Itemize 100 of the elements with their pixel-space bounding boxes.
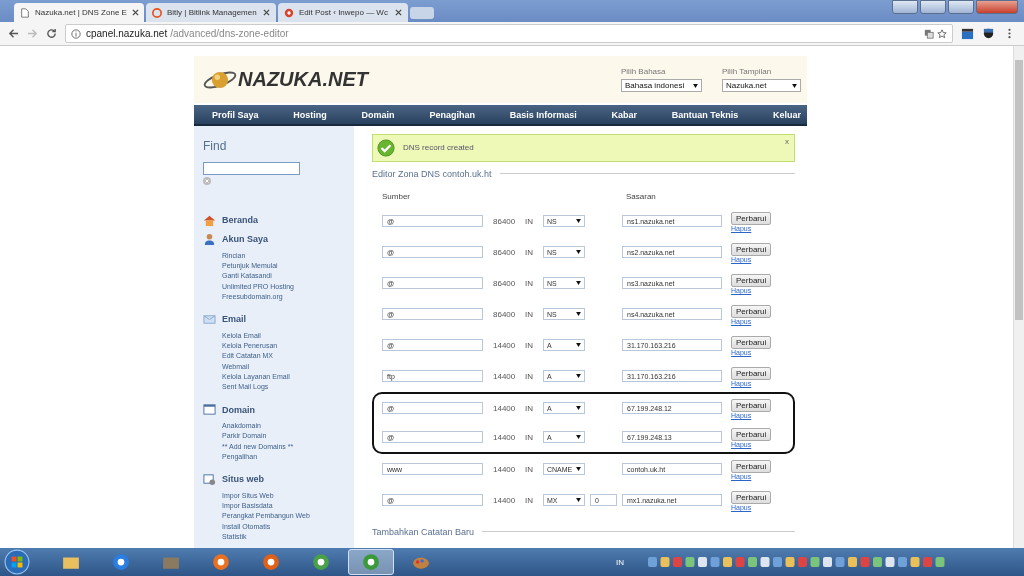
start-button[interactable] — [4, 549, 30, 575]
caret-icon — [693, 83, 698, 88]
nav-item[interactable]: Profil Saya — [212, 109, 259, 120]
close-icon[interactable] — [131, 9, 139, 16]
circle-logo-icon — [362, 553, 380, 571]
find-title: Find — [203, 138, 227, 153]
caret-icon — [792, 83, 797, 88]
update-button[interactable]: Perbarui — [731, 274, 772, 288]
site-logo[interactable]: NAZUKA.NET — [238, 68, 368, 92]
class-text: IN — [525, 464, 534, 474]
class-text: IN — [525, 247, 534, 257]
close-icon[interactable] — [263, 9, 270, 16]
class-text: IN — [525, 371, 534, 381]
caret-icon — [576, 406, 581, 411]
language-indicator[interactable]: IN — [616, 557, 624, 567]
circle-logo-icon — [284, 7, 294, 18]
close-icon[interactable] — [395, 9, 402, 16]
scrollbar[interactable] — [1013, 46, 1024, 548]
section-title: Editor Zona DNS contoh.uk.ht — [372, 168, 492, 179]
ttl-text: 14400 — [493, 403, 515, 413]
back-icon[interactable] — [8, 28, 19, 39]
class-text: IN — [525, 403, 534, 413]
check-icon — [377, 138, 395, 157]
browser-tab[interactable]: Edit Post ‹ Inwepo — Wc — [278, 3, 408, 22]
sidebar-section-title[interactable]: Email — [222, 314, 246, 325]
circle-logo-icon — [112, 553, 130, 571]
alert-message: DNS record created — [403, 143, 474, 153]
caret-icon — [576, 467, 581, 472]
restore-button[interactable] — [948, 0, 974, 14]
update-button[interactable]: Perbarui — [731, 305, 772, 319]
ttl-text: 86400 — [493, 278, 515, 288]
alert-close[interactable]: x — [785, 136, 789, 146]
nav-item[interactable]: Domain — [361, 109, 395, 120]
class-text: IN — [525, 340, 534, 350]
circle-logo-icon — [212, 553, 230, 571]
nav-item[interactable]: Bantuan Teknis — [671, 109, 739, 120]
circle-logo-icon — [312, 553, 330, 571]
caret-icon — [576, 219, 581, 224]
window-icon — [203, 403, 216, 417]
envelope-icon — [203, 312, 216, 326]
ttl-text: 86400 — [493, 309, 515, 319]
find-field[interactable] — [203, 161, 300, 175]
class-text: IN — [525, 309, 534, 319]
update-button[interactable]: Perbarui — [731, 367, 772, 381]
sidebar-section-title[interactable]: Domain — [222, 404, 255, 415]
nav-item[interactable]: Penagihan — [429, 109, 475, 120]
info-icon — [71, 28, 81, 39]
theme-label: Pilih Tampilan — [722, 67, 773, 77]
ttl-text: 14400 — [493, 371, 515, 381]
page-icon — [20, 7, 30, 18]
user-button[interactable] — [892, 0, 918, 14]
class-text: IN — [525, 432, 534, 442]
update-button[interactable]: Perbarui — [731, 399, 772, 413]
circle-logo-icon — [152, 7, 162, 18]
caret-icon — [576, 281, 581, 286]
update-button[interactable]: Perbarui — [731, 460, 772, 474]
sidebar-section-title[interactable]: Akun Saya — [222, 234, 269, 245]
nav-item[interactable]: Hosting — [293, 109, 327, 120]
person-icon — [203, 232, 216, 246]
sidebar-section-title[interactable]: Beranda — [222, 215, 258, 226]
column-header: Sasaran — [626, 191, 656, 202]
section-title: Tambahkan Catatan Baru — [372, 526, 475, 537]
ttl-text: 14400 — [493, 340, 515, 350]
update-button[interactable]: Perbarui — [731, 491, 772, 505]
tray-icons-drawing[interactable] — [648, 555, 948, 569]
caret-icon — [576, 343, 581, 348]
browser-tab[interactable]: Nazuka.net | DNS Zone E — [14, 3, 144, 22]
update-button[interactable]: Perbarui — [731, 428, 772, 442]
nav-item[interactable]: Keluar — [772, 109, 801, 120]
ttl-text: 14400 — [493, 464, 515, 474]
caret-icon — [576, 498, 581, 503]
class-text: IN — [525, 278, 534, 288]
circle-logo-icon — [262, 553, 280, 571]
update-button[interactable]: Perbarui — [731, 336, 772, 350]
language-select[interactable]: Bahasa indonesi — [621, 79, 702, 93]
ttl-text: 86400 — [493, 216, 515, 226]
column-header: Sumber — [382, 191, 411, 202]
caret-icon — [576, 374, 581, 379]
update-button[interactable]: Perbarui — [731, 212, 772, 226]
browser-tab[interactable]: Bitly | Bitlink Managemen — [146, 3, 276, 22]
close-button[interactable] — [976, 0, 1018, 14]
minimize-button[interactable] — [920, 0, 946, 14]
house-icon — [203, 213, 216, 227]
taskbar-app-button[interactable] — [348, 549, 394, 575]
update-button[interactable]: Perbarui — [731, 243, 772, 257]
nav-item[interactable]: Basis Informasi — [509, 109, 577, 120]
sidebar-section-title[interactable]: Situs web — [222, 474, 264, 485]
class-text: IN — [525, 495, 534, 505]
theme-select[interactable]: Nazuka.net — [722, 79, 801, 93]
caret-icon — [576, 312, 581, 317]
caret-icon — [576, 435, 581, 440]
clapperboard-icon[interactable] — [961, 27, 974, 40]
address-bar[interactable]: cpanel.nazuka.net /advanced/dns-zone-editor — [65, 24, 953, 43]
nav-item[interactable]: Kabar — [611, 109, 637, 120]
reload-icon[interactable] — [46, 28, 57, 39]
web-page-icon — [203, 473, 216, 486]
star-icon[interactable] — [937, 28, 947, 39]
ttl-text: 86400 — [493, 247, 515, 257]
language-label: Pilih Bahasa — [621, 67, 667, 77]
caret-icon — [576, 250, 581, 255]
